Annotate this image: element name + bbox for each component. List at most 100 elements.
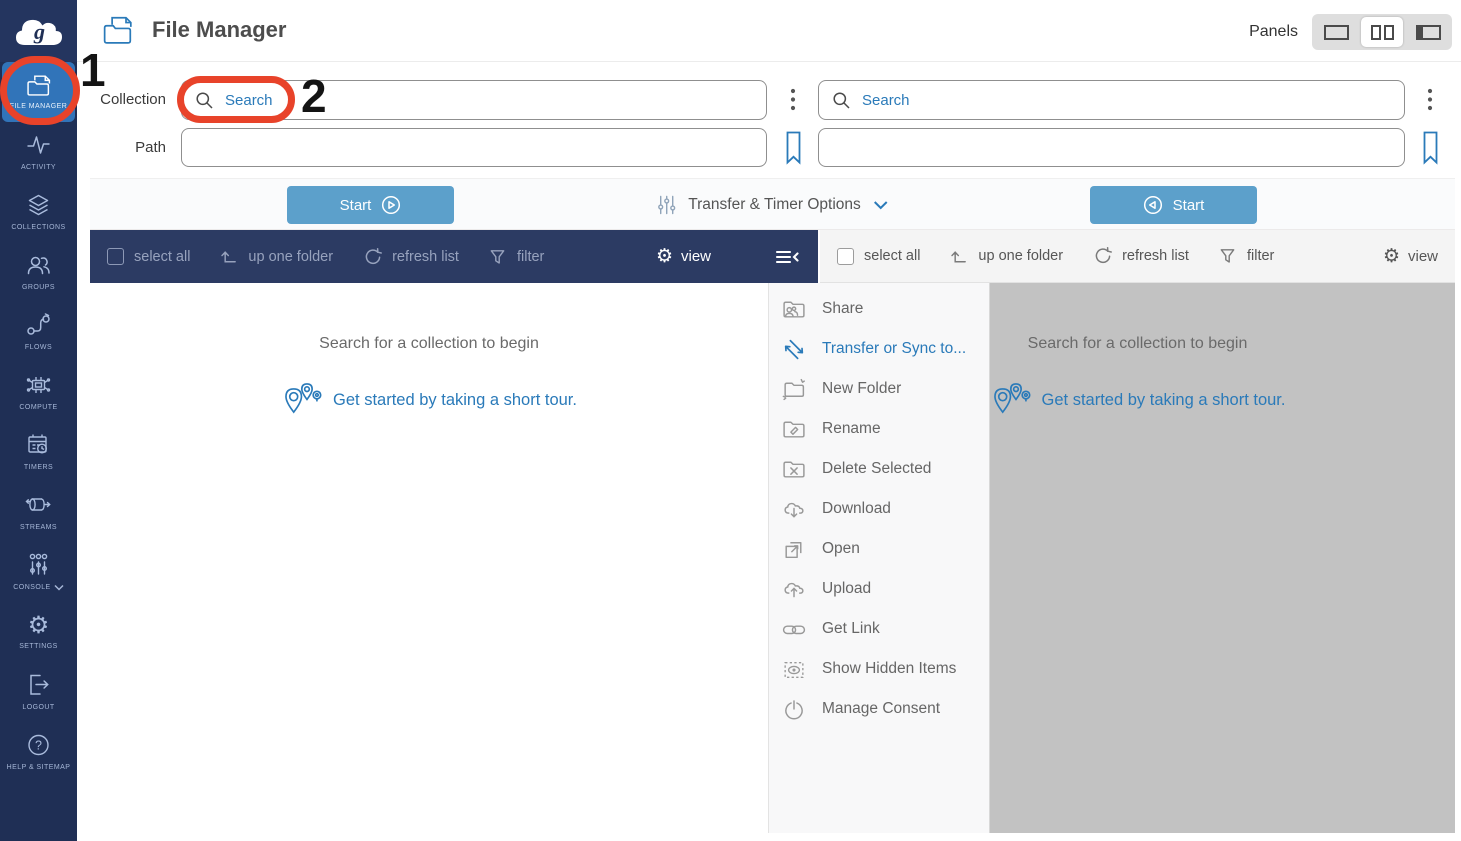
search-icon [195,91,214,110]
bookmark-icon-right[interactable] [1422,131,1439,170]
menu-item-new-folder[interactable]: New Folder [769,369,989,409]
start-transfer-right-button[interactable]: Start [287,186,454,224]
open-icon [781,537,807,562]
checkbox-icon[interactable] [837,248,854,265]
sidebar-item-label: HELP & SITEMAP [7,763,71,772]
sidebar-item-label: LOGOUT [22,703,54,712]
play-circle-left-icon [1143,195,1163,215]
rename-icon [781,417,807,442]
tour-link[interactable]: Get started by taking a short tour. [1042,391,1286,410]
sidebar-item-file-manager[interactable]: FILE MANAGER [2,62,75,122]
checkbox-icon[interactable] [107,248,124,265]
sidebar-item-activity[interactable]: ACTIVITY [0,122,77,182]
filter-button[interactable]: filter [1218,247,1274,265]
sidebar-item-groups[interactable]: GROUPS [0,242,77,302]
collection-search-input-right[interactable]: Search [818,80,1405,120]
select-all-checkbox[interactable]: select all [837,248,920,265]
menu-item-show-hidden[interactable]: Show Hidden Items [769,649,989,689]
sidebar-item-logout[interactable]: LOGOUT [0,662,77,722]
collection-search-input[interactable]: Search [181,80,767,120]
sidebar-item-label: COLLECTIONS [11,223,65,232]
sidebar-item-label: SETTINGS [19,642,58,651]
view-button[interactable]: ⚙ view [1383,247,1438,266]
calendar-clock-icon [25,432,52,458]
transfer-options-row: Start Transfer & Timer Options Start [90,178,1455,230]
file-action-menu: Share Transfer or Sync to... New Folder … [768,283,990,833]
sidebar-item-label: COMPUTE [19,403,57,412]
menu-item-share[interactable]: Share [769,289,989,329]
sidebar-item-console[interactable]: CONSOLE [0,542,77,602]
up-one-folder-button[interactable]: up one folder [949,247,1063,266]
start-transfer-left-button[interactable]: Start [1090,186,1257,224]
sidebar-item-streams[interactable]: STREAMS [0,482,77,542]
power-icon [781,697,807,722]
two-panel-icon [1371,25,1394,40]
menu-item-open[interactable]: Open [769,529,989,569]
panel-layout-switcher [1312,14,1452,50]
collection-menu-kebab-icon-right[interactable] [1423,86,1437,114]
logout-icon [25,672,52,698]
tour-link[interactable]: Get started by taking a short tour. [333,391,577,410]
tour-link-row[interactable]: Get started by taking a short tour. [90,381,768,419]
menu-item-label: New Folder [822,380,901,398]
filter-funnel-icon [488,248,507,266]
menu-collapse-icon [774,247,801,267]
menu-item-transfer-or-sync[interactable]: Transfer or Sync to... [769,329,989,369]
select-all-checkbox[interactable]: select all [107,248,190,265]
view-button[interactable]: ⚙ view [656,247,711,266]
menu-item-label: Share [822,300,863,318]
tour-pins-icon [990,381,1032,419]
sidebar-item-settings[interactable]: ⚙ SETTINGS [0,602,77,662]
gear-icon: ⚙ [28,613,50,637]
menu-item-get-link[interactable]: Get Link [769,609,989,649]
transfer-arrows-icon [781,337,807,362]
filter-button[interactable]: filter [488,248,544,266]
menu-item-manage-consent[interactable]: Manage Consent [769,689,989,729]
start-label: Start [340,197,372,214]
up-one-folder-button[interactable]: up one folder [219,247,333,266]
globus-logo[interactable]: g [0,0,77,62]
panel-two-button[interactable] [1361,17,1403,47]
panel-collapsed-button[interactable] [1407,17,1449,47]
menu-item-delete-selected[interactable]: Delete Selected [769,449,989,489]
up-one-folder-label: up one folder [978,248,1063,264]
pipe-icon [25,492,52,518]
sidebar-item-compute[interactable]: COMPUTE [0,362,77,422]
chip-icon [25,372,52,398]
refresh-list-button[interactable]: refresh list [1092,246,1189,266]
path-input[interactable] [181,128,767,167]
layers-icon [25,192,52,218]
select-all-label: select all [134,249,190,265]
menu-item-label: Delete Selected [822,460,931,478]
refresh-list-button[interactable]: refresh list [362,247,459,267]
folder-icon [25,72,53,97]
search-placeholder: Search [862,92,910,109]
delete-icon [781,457,807,482]
filter-funnel-icon [1218,247,1237,265]
menu-item-label: Transfer or Sync to... [822,340,966,358]
panels-label: Panels [1249,23,1298,41]
transfer-timer-options-toggle[interactable]: Transfer & Timer Options [656,179,889,231]
menu-item-download[interactable]: Download [769,489,989,529]
new-folder-icon [781,377,807,402]
gear-icon: ⚙ [1383,247,1400,266]
search-placeholder: Search [225,92,273,109]
menu-item-upload[interactable]: Upload [769,569,989,609]
sidebar-item-timers[interactable]: TIMERS [0,422,77,482]
refresh-icon [1092,246,1112,266]
bookmark-icon[interactable] [785,131,802,170]
up-folder-icon [949,247,968,266]
sidebar-item-help[interactable]: ? HELP & SITEMAP [0,722,77,782]
menu-item-label: Show Hidden Items [822,660,956,678]
collection-menu-kebab-icon[interactable] [786,86,800,114]
panel-one-button[interactable] [1315,17,1357,47]
collapsed-panel-icon [1416,25,1441,40]
sidebar-item-collections[interactable]: COLLECTIONS [0,182,77,242]
sidebar-item-flows[interactable]: FLOWS [0,302,77,362]
up-one-folder-label: up one folder [248,249,333,265]
sidebar-item-label: CONSOLE [13,583,50,592]
menu-item-rename[interactable]: Rename [769,409,989,449]
flow-icon [25,312,52,338]
action-menu-toggle[interactable] [774,247,801,267]
path-input-right[interactable] [818,128,1405,167]
